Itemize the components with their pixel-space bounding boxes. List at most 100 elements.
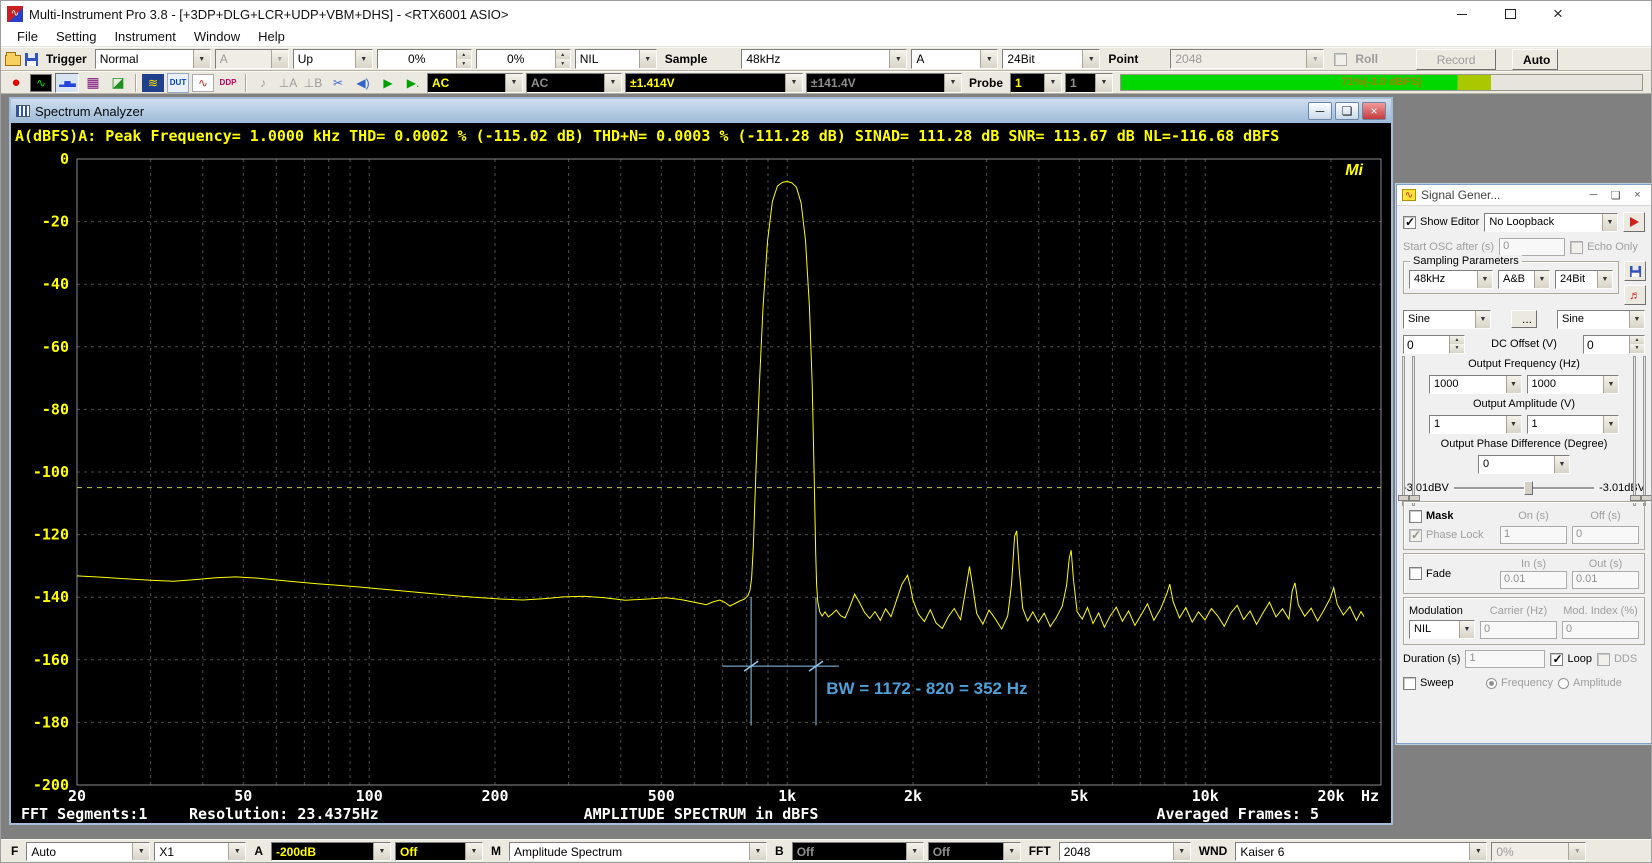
waveform-a-combo[interactable]: Sine (1403, 310, 1491, 329)
chevron-down-icon[interactable] (604, 74, 621, 92)
siggen-close-button[interactable]: × (1629, 188, 1646, 203)
phase-lock-checkbox-box[interactable] (1409, 529, 1422, 542)
chevron-down-icon[interactable] (1469, 843, 1486, 860)
chevron-down-icon[interactable] (1603, 376, 1618, 393)
modulation-type-combo[interactable]: NIL (1409, 620, 1475, 639)
output-a-coarse-slider[interactable] (1412, 356, 1415, 506)
chevron-down-icon[interactable] (1597, 271, 1612, 288)
chevron-down-icon[interactable] (1629, 311, 1644, 328)
coupling-a-combo[interactable]: AC (427, 73, 523, 93)
loop-checkbox-box[interactable] (1550, 653, 1563, 666)
spectrum-maximize-button[interactable]: ❏ (1335, 102, 1359, 120)
x-multiplier-combo[interactable]: X1 (154, 842, 246, 861)
menu-instrument[interactable]: Instrument (106, 27, 183, 46)
chevron-down-icon[interactable] (228, 843, 245, 860)
sweep-frequency-radio[interactable]: Frequency (1486, 677, 1553, 689)
chevron-down-icon[interactable] (1459, 621, 1474, 638)
mask-on-input[interactable]: 1 (1500, 526, 1567, 544)
roll-checkbox-box[interactable] (1334, 53, 1347, 66)
spectrum-plot[interactable]: 0-20-40-60-80-100-120-140-160-180-200205… (11, 150, 1391, 807)
chevron-down-icon[interactable] (1095, 74, 1112, 92)
save-icon[interactable] (25, 53, 38, 66)
spin-down-icon[interactable] (556, 59, 570, 68)
b-reference-combo[interactable]: Off (928, 842, 1021, 861)
siggen-channels-combo[interactable]: A&B (1498, 270, 1550, 289)
chevron-down-icon[interactable] (271, 50, 288, 68)
radio-icon[interactable] (1486, 678, 1497, 689)
sweep-amplitude-radio[interactable]: Amplitude (1558, 677, 1622, 689)
menu-setting[interactable]: Setting (48, 27, 104, 46)
record-icon[interactable]: ● (5, 73, 27, 93)
siggen-maximize-button[interactable]: ❏ (1607, 188, 1624, 203)
loop-checkbox[interactable]: Loop (1550, 653, 1591, 666)
trigger-hpf-combo[interactable]: NIL (575, 49, 657, 69)
mask-off-input[interactable]: 0 (1572, 526, 1639, 544)
play-loop-icon[interactable]: ▶. (402, 73, 424, 93)
fade-in-input[interactable]: 0.01 (1500, 571, 1567, 589)
spectrum-window-titlebar[interactable]: Spectrum Analyzer ─ ❏ × (11, 99, 1391, 123)
chevron-down-icon[interactable] (1306, 50, 1323, 68)
phase-lock-checkbox[interactable]: Phase Lock (1409, 529, 1495, 542)
sample-channel-combo[interactable]: A (911, 49, 998, 69)
mask-checkbox-box[interactable] (1409, 510, 1422, 523)
chevron-down-icon[interactable] (1475, 311, 1490, 328)
spin-down-icon[interactable] (1630, 344, 1644, 353)
chevron-down-icon[interactable] (1568, 843, 1585, 860)
probe-b-combo[interactable]: 1 (1065, 73, 1113, 93)
frequency-axis-combo[interactable]: Auto (26, 842, 150, 861)
trigger-source-combo[interactable]: A (215, 49, 289, 69)
chevron-down-icon[interactable] (1003, 843, 1020, 860)
chevron-down-icon[interactable] (132, 843, 149, 860)
auto-button[interactable]: Auto (1512, 49, 1558, 70)
a-range-combo[interactable]: -200dB (271, 842, 391, 861)
spectrum-analyzer-icon[interactable]: ▂▅▃ (55, 73, 79, 93)
siggen-start-button[interactable] (1623, 212, 1645, 232)
speaker-icon[interactable]: ◀) (352, 73, 374, 93)
chevron-down-icon[interactable] (639, 50, 656, 68)
sound-device-icon[interactable]: ♪ (252, 73, 274, 93)
signal-generator-titlebar[interactable]: ∿ Signal Gener... ─ ❏ × (1397, 185, 1651, 206)
menu-file[interactable]: File (9, 27, 46, 46)
chevron-down-icon[interactable] (505, 74, 522, 92)
sample-rate-combo[interactable]: 48kHz (741, 49, 907, 69)
spectrum-3d-plot-icon[interactable]: ◪ (107, 73, 129, 93)
chevron-down-icon[interactable] (1554, 456, 1569, 473)
chevron-down-icon[interactable] (1173, 843, 1190, 860)
mode-combo[interactable]: Amplitude Spectrum (509, 842, 767, 861)
coupling-b-combo[interactable]: AC (526, 73, 622, 93)
minimize-button[interactable] (1449, 4, 1475, 24)
frequency-b-combo[interactable]: 1000 (1527, 375, 1620, 394)
play-icon[interactable]: ▶ (377, 73, 399, 93)
spectrum-close-button[interactable]: × (1362, 102, 1386, 120)
fade-checkbox-box[interactable] (1409, 567, 1422, 580)
chevron-down-icon[interactable] (1506, 416, 1521, 433)
multimeter-icon[interactable]: ▦ (82, 73, 104, 93)
chevron-down-icon[interactable] (906, 843, 923, 860)
point-count-combo[interactable]: 2048 (1170, 49, 1324, 69)
fade-out-input[interactable]: 0.01 (1572, 571, 1639, 589)
chevron-down-icon[interactable] (785, 74, 802, 92)
output-a-fine-slider[interactable] (1402, 356, 1405, 506)
probe-icon[interactable]: ✂ (327, 73, 349, 93)
chevron-down-icon[interactable] (944, 74, 961, 92)
probe-a-combo[interactable]: 1 (1010, 73, 1062, 93)
arbitrary-waveform-button[interactable]: ♬ (1624, 285, 1646, 305)
siggen-save-button[interactable] (1624, 261, 1646, 281)
spin-up-icon[interactable] (1450, 336, 1464, 345)
waveform-red-icon[interactable]: ∿ (192, 74, 214, 92)
derived-data-curve-icon[interactable]: ≋ (142, 74, 164, 92)
ddp-viewer-icon[interactable]: DDP (217, 73, 239, 93)
chevron-down-icon[interactable] (1044, 74, 1061, 92)
chevron-down-icon[interactable] (193, 50, 210, 68)
radio-icon[interactable] (1558, 678, 1569, 689)
dc-offset-a-spinner[interactable]: 0 (1403, 335, 1465, 354)
chevron-down-icon[interactable] (1506, 376, 1521, 393)
carrier-input[interactable]: 0 (1480, 621, 1557, 639)
chevron-down-icon[interactable] (980, 50, 997, 68)
calibration-b-icon[interactable]: ⊥B (302, 73, 324, 93)
b-range-combo[interactable]: Off (792, 842, 924, 861)
dds-checkbox-box[interactable] (1597, 653, 1610, 666)
overlap-combo[interactable]: 0% (1491, 842, 1586, 861)
output-b-coarse-slider[interactable] (1633, 356, 1636, 506)
dc-offset-b-spinner[interactable]: 0 (1583, 335, 1645, 354)
